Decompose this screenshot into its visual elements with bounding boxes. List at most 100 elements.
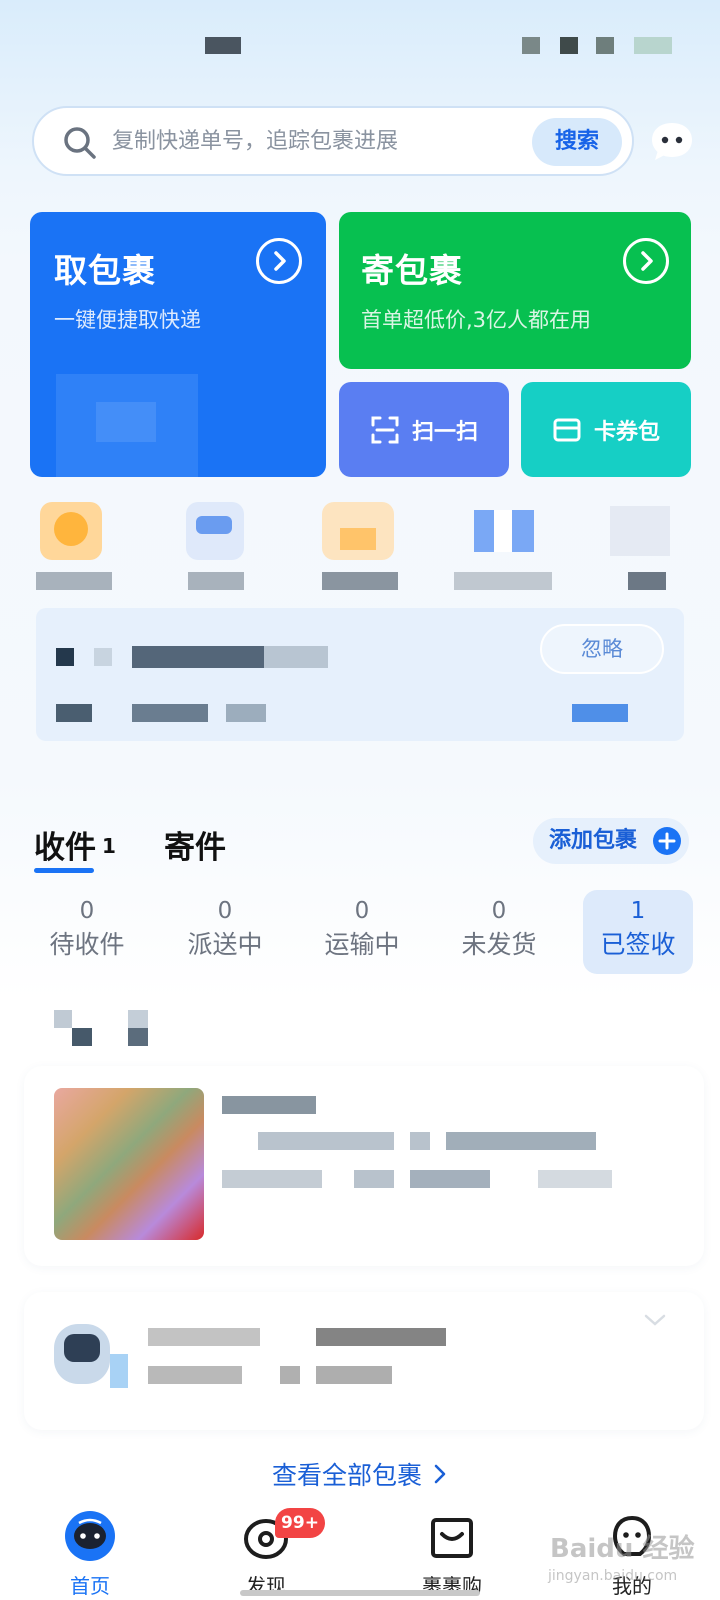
filter-delivering[interactable]: 0 派送中 bbox=[170, 896, 280, 962]
nav-item-home[interactable]: 首页 bbox=[30, 1508, 150, 1598]
chevron-right-icon bbox=[623, 238, 669, 284]
filter-in-transit[interactable]: 0 运输中 bbox=[307, 896, 417, 962]
filter-label: 派送中 bbox=[187, 930, 263, 959]
search-button[interactable]: 搜索 bbox=[532, 118, 622, 166]
notice-detail-obscured bbox=[56, 704, 92, 722]
watermark-url: jingyan.baidu.com bbox=[548, 1568, 678, 1584]
scan-icon bbox=[371, 416, 399, 443]
shortcut-label-obscured bbox=[322, 572, 398, 590]
home-indicator[interactable] bbox=[240, 1590, 480, 1596]
package-title-obscured bbox=[316, 1328, 446, 1346]
package-status-obscured bbox=[258, 1132, 394, 1150]
product-thumbnail bbox=[54, 1088, 204, 1240]
filter-label: 运输中 bbox=[324, 930, 400, 959]
filter-not-shipped[interactable]: 0 未发货 bbox=[444, 896, 554, 962]
message-icon[interactable] bbox=[648, 118, 696, 166]
pick-package-title: 取包裹 bbox=[54, 251, 156, 290]
coupon-wallet-button[interactable]: 卡券包 bbox=[521, 382, 691, 477]
group-header-obscured bbox=[128, 1010, 148, 1028]
robot-face-icon bbox=[64, 1334, 100, 1362]
shortcut-icon-detail bbox=[494, 510, 512, 552]
shortcut-label-obscured bbox=[628, 572, 666, 590]
nav-item-shop[interactable]: 裹裹购 bbox=[392, 1508, 512, 1598]
filter-label: 待收件 bbox=[49, 930, 125, 959]
watermark: Baidu 经验 bbox=[550, 1534, 695, 1564]
chevron-right-icon bbox=[256, 238, 302, 284]
search-input[interactable]: 复制快递单号，追踪包裹进展 bbox=[112, 127, 398, 157]
scan-label: 扫一扫 bbox=[411, 419, 478, 445]
package-detail-obscured bbox=[316, 1366, 392, 1384]
send-package-card[interactable]: 寄包裹 首单超低价,3亿人都在用 bbox=[339, 212, 691, 369]
group-header-obscured bbox=[72, 1028, 92, 1046]
shopping-bag-icon bbox=[431, 1518, 473, 1558]
robot-avatar-detail bbox=[110, 1354, 128, 1388]
add-package-button[interactable]: 添加包裹 bbox=[533, 818, 689, 864]
add-icon bbox=[653, 827, 681, 855]
filter-label: 未发货 bbox=[461, 930, 537, 959]
pickup-code-obscured bbox=[96, 402, 156, 442]
card-icon bbox=[196, 516, 232, 534]
package-time-obscured bbox=[354, 1170, 394, 1188]
package-time-obscured bbox=[410, 1170, 490, 1188]
package-card[interactable] bbox=[24, 1066, 704, 1266]
shortcut-label-obscured bbox=[36, 572, 112, 590]
group-header-obscured bbox=[54, 1010, 72, 1028]
view-all-label: 查看全部包裹 bbox=[271, 1461, 422, 1490]
filter-count: 1 bbox=[630, 898, 646, 924]
send-package-subtitle: 首单超低价,3亿人都在用 bbox=[361, 308, 592, 332]
search-bar[interactable]: 复制快递单号，追踪包裹进展 搜索 bbox=[32, 106, 634, 176]
receive-count: 1 bbox=[102, 834, 116, 858]
view-all-packages-link[interactable]: 查看全部包裹 bbox=[0, 1456, 720, 1492]
chevron-down-icon[interactable] bbox=[640, 1310, 670, 1330]
scan-button[interactable]: 扫一扫 bbox=[339, 382, 509, 477]
search-icon bbox=[64, 127, 96, 159]
ignore-button[interactable]: 忽略 bbox=[540, 624, 664, 674]
filter-count: 0 bbox=[79, 898, 95, 924]
shortcut-icon[interactable] bbox=[610, 506, 670, 556]
filter-to-receive[interactable]: 0 待收件 bbox=[32, 896, 142, 962]
filter-count: 0 bbox=[217, 898, 233, 924]
pick-package-card[interactable]: 取包裹 一键便捷取快递 bbox=[30, 212, 326, 477]
shortcut-label-obscured bbox=[188, 572, 244, 590]
add-package-label: 添加包裹 bbox=[549, 828, 638, 853]
notice-text-obscured bbox=[56, 648, 74, 666]
battery-icon bbox=[634, 37, 672, 54]
package-time-obscured bbox=[538, 1170, 612, 1188]
status-icon bbox=[560, 37, 578, 54]
package-detail-obscured bbox=[148, 1366, 242, 1384]
package-status-obscured bbox=[446, 1132, 596, 1150]
chevron-right-icon bbox=[434, 1464, 446, 1484]
notice-action-obscured bbox=[572, 704, 628, 722]
wallet-icon bbox=[553, 418, 581, 441]
smiley-icon bbox=[54, 512, 88, 546]
tab-receive[interactable]: 收件 bbox=[34, 822, 96, 867]
package-title-obscured bbox=[222, 1096, 316, 1114]
notice-detail-obscured bbox=[132, 704, 208, 722]
filter-label: 已签收 bbox=[600, 930, 676, 959]
package-time-obscured bbox=[222, 1170, 322, 1188]
filter-count: 0 bbox=[354, 898, 370, 924]
notification-badge: 99+ bbox=[275, 1508, 325, 1538]
filter-count: 0 bbox=[491, 898, 507, 924]
box-icon bbox=[340, 528, 376, 550]
status-time-obscured bbox=[205, 37, 241, 54]
active-tab-indicator bbox=[34, 868, 94, 873]
package-title-obscured bbox=[148, 1328, 260, 1346]
tab-send[interactable]: 寄件 bbox=[164, 822, 226, 867]
package-card[interactable] bbox=[24, 1292, 704, 1430]
group-header-obscured bbox=[128, 1028, 148, 1046]
pick-package-subtitle: 一键便捷取快递 bbox=[54, 308, 201, 332]
notice-text-obscured bbox=[132, 646, 264, 668]
status-icon bbox=[596, 37, 614, 54]
coupon-label: 卡券包 bbox=[593, 419, 660, 445]
home-robot-icon bbox=[65, 1511, 115, 1561]
status-icon bbox=[522, 37, 540, 54]
notice-detail-obscured bbox=[226, 704, 266, 722]
filter-signed[interactable]: 1 已签收 bbox=[583, 890, 693, 974]
shortcut-label-obscured bbox=[454, 572, 552, 590]
package-detail-obscured bbox=[280, 1366, 300, 1384]
notice-text-obscured bbox=[94, 648, 112, 666]
nav-label: 首页 bbox=[70, 1574, 110, 1598]
status-bar bbox=[0, 0, 720, 90]
send-package-title: 寄包裹 bbox=[361, 251, 463, 290]
